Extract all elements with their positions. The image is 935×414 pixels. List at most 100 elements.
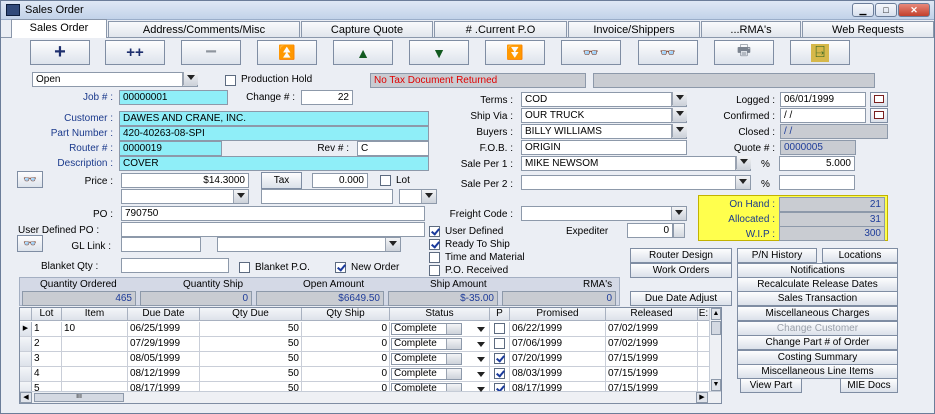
user-defined-checkbox[interactable]	[429, 226, 440, 237]
sale-per-1-select[interactable]: MIKE NEWSOM	[521, 156, 751, 171]
terms-select[interactable]: COD	[521, 92, 687, 107]
scroll-up-arrow[interactable]: ▲	[711, 308, 721, 320]
remove-button[interactable]: −	[181, 40, 241, 65]
order-status-select[interactable]: Open	[32, 72, 198, 87]
add-multiple-button[interactable]: ++	[105, 40, 165, 65]
logged-date-field[interactable]: 06/01/1999	[780, 92, 866, 107]
find-button[interactable]: 👓	[561, 40, 621, 65]
gl-lookup-button[interactable]: 👓	[17, 235, 43, 252]
blanket-po-checkbox[interactable]	[239, 262, 250, 273]
job-number-field[interactable]: 00000001	[119, 90, 228, 105]
cell-qty-ship[interactable]: 0	[302, 352, 390, 367]
percent-2-field[interactable]	[779, 175, 855, 190]
p-checkbox[interactable]	[494, 323, 505, 334]
costing-summary-button[interactable]: Costing Summary	[737, 350, 898, 365]
cell-due[interactable]: 08/05/1999	[128, 352, 200, 367]
add-button[interactable]: +	[30, 40, 90, 65]
p-checkbox-cell[interactable]	[490, 337, 510, 352]
status-select[interactable]: Complete	[391, 338, 462, 350]
cell-qty-due[interactable]: 50	[200, 322, 302, 337]
status-cell[interactable]: Complete	[390, 367, 490, 382]
cell-qty-due[interactable]: 50	[200, 337, 302, 352]
rev-field[interactable]: C	[357, 141, 429, 156]
cell-released[interactable]: 07/15/1999	[606, 352, 698, 367]
last-record-button[interactable]: ⏬	[485, 40, 545, 65]
due-date-adjust-button[interactable]: Due Date Adjust	[630, 291, 732, 306]
change-customer-button[interactable]: Change Customer	[737, 321, 898, 336]
row-selector[interactable]	[20, 352, 32, 367]
part-number-field[interactable]: 420-40263-08-SPI	[119, 126, 429, 141]
col-p[interactable]: P	[490, 308, 510, 321]
description-field[interactable]: COVER	[119, 156, 429, 171]
status-select[interactable]: Complete	[391, 353, 462, 365]
buyers-select[interactable]: BILLY WILLIAMS	[521, 124, 687, 139]
po-received-checkbox[interactable]	[429, 265, 440, 276]
cell-lot[interactable]: 1	[32, 322, 62, 337]
price-lookup-button[interactable]: 👓	[17, 171, 43, 188]
confirmed-date-field[interactable]: / /	[780, 108, 866, 123]
cell-released[interactable]: 07/15/1999	[606, 367, 698, 382]
production-hold-checkbox[interactable]	[225, 75, 236, 86]
tab-address-comments[interactable]: Address/Comments/Misc	[108, 21, 300, 38]
status-cell[interactable]: Complete	[390, 322, 490, 337]
print-button[interactable]: 🖶	[714, 40, 774, 65]
scroll-right-arrow[interactable]: ▶	[696, 392, 708, 403]
expediter-field[interactable]: 0	[627, 223, 673, 238]
col-lot[interactable]: Lot	[32, 308, 62, 321]
previous-record-button[interactable]: ▲	[333, 40, 393, 65]
locations-button[interactable]: Locations	[822, 248, 898, 263]
p-checkbox[interactable]	[494, 353, 505, 364]
cell-qty-due[interactable]: 50	[200, 367, 302, 382]
col-released[interactable]: Released	[606, 308, 698, 321]
close-button[interactable]: ✕	[898, 3, 930, 17]
tab-current-po[interactable]: # .Current P.O	[434, 21, 567, 38]
col-qty-due[interactable]: Qty Due	[200, 308, 302, 321]
cell-lot[interactable]: 3	[32, 352, 62, 367]
scroll-left-arrow[interactable]: ◀	[20, 392, 32, 403]
view-part-button[interactable]: View Part	[740, 378, 802, 393]
sales-transaction-button[interactable]: Sales Transaction	[737, 291, 898, 306]
status-cell[interactable]: Complete	[390, 337, 490, 352]
expediter-spinner[interactable]	[673, 223, 685, 238]
cell-promised[interactable]: 06/22/1999	[510, 322, 606, 337]
cell-due[interactable]: 06/25/1999	[128, 322, 200, 337]
router-field[interactable]: 0000019	[119, 141, 222, 156]
p-checkbox[interactable]	[494, 338, 505, 349]
cell-qty-ship[interactable]: 0	[302, 337, 390, 352]
first-record-button[interactable]: ⏫	[257, 40, 317, 65]
user-defined-po-field[interactable]	[121, 222, 425, 237]
ready-to-ship-checkbox[interactable]	[429, 239, 440, 250]
col-promised[interactable]: Promised	[510, 308, 606, 321]
price-extra-field[interactable]	[261, 189, 393, 204]
tab-rmas[interactable]: ...RMA's	[701, 21, 801, 38]
cell-released[interactable]: 07/02/1999	[606, 322, 698, 337]
scroll-thumb[interactable]	[711, 321, 721, 335]
cell-lot[interactable]: 2	[32, 337, 62, 352]
tax-field[interactable]: 0.000	[312, 173, 368, 188]
notifications-button[interactable]: Notifications	[737, 263, 898, 278]
freight-code-select[interactable]	[521, 206, 687, 221]
recalculate-release-dates-button[interactable]: Recalculate Release Dates	[737, 277, 898, 292]
logged-calendar-button[interactable]	[870, 92, 888, 107]
cell-promised[interactable]: 08/03/1999	[510, 367, 606, 382]
fob-field[interactable]: ORIGIN	[521, 140, 687, 155]
mie-docs-button[interactable]: MIE Docs	[840, 378, 898, 393]
cell-released[interactable]: 07/02/1999	[606, 337, 698, 352]
tax-button[interactable]: Tax	[261, 172, 302, 189]
change-part-button[interactable]: Change Part # of Order	[737, 335, 898, 350]
maximize-button[interactable]: □	[875, 3, 897, 17]
tab-invoice-shippers[interactable]: Invoice/Shippers	[568, 21, 700, 38]
price-field[interactable]: $14.3000	[121, 173, 249, 188]
p-checkbox-cell[interactable]	[490, 322, 510, 337]
cell-due[interactable]: 07/29/1999	[128, 337, 200, 352]
release-grid[interactable]: Lot Item Due Date Qty Due Qty Ship Statu…	[19, 307, 722, 404]
miscellaneous-line-items-button[interactable]: Miscellaneous Line Items	[737, 364, 898, 379]
grid-horizontal-scrollbar[interactable]: ◀ ııı ▶	[20, 391, 721, 403]
col-status[interactable]: Status	[390, 308, 490, 321]
p-checkbox[interactable]	[494, 368, 505, 379]
customer-field[interactable]: DAWES AND CRANE, INC.	[119, 111, 429, 126]
tab-web-requests[interactable]: Web Requests	[802, 21, 934, 38]
grid-vertical-scrollbar[interactable]: ▲ ▼	[709, 308, 721, 391]
pn-history-button[interactable]: P/N History	[737, 248, 817, 263]
col-due-date[interactable]: Due Date	[128, 308, 200, 321]
